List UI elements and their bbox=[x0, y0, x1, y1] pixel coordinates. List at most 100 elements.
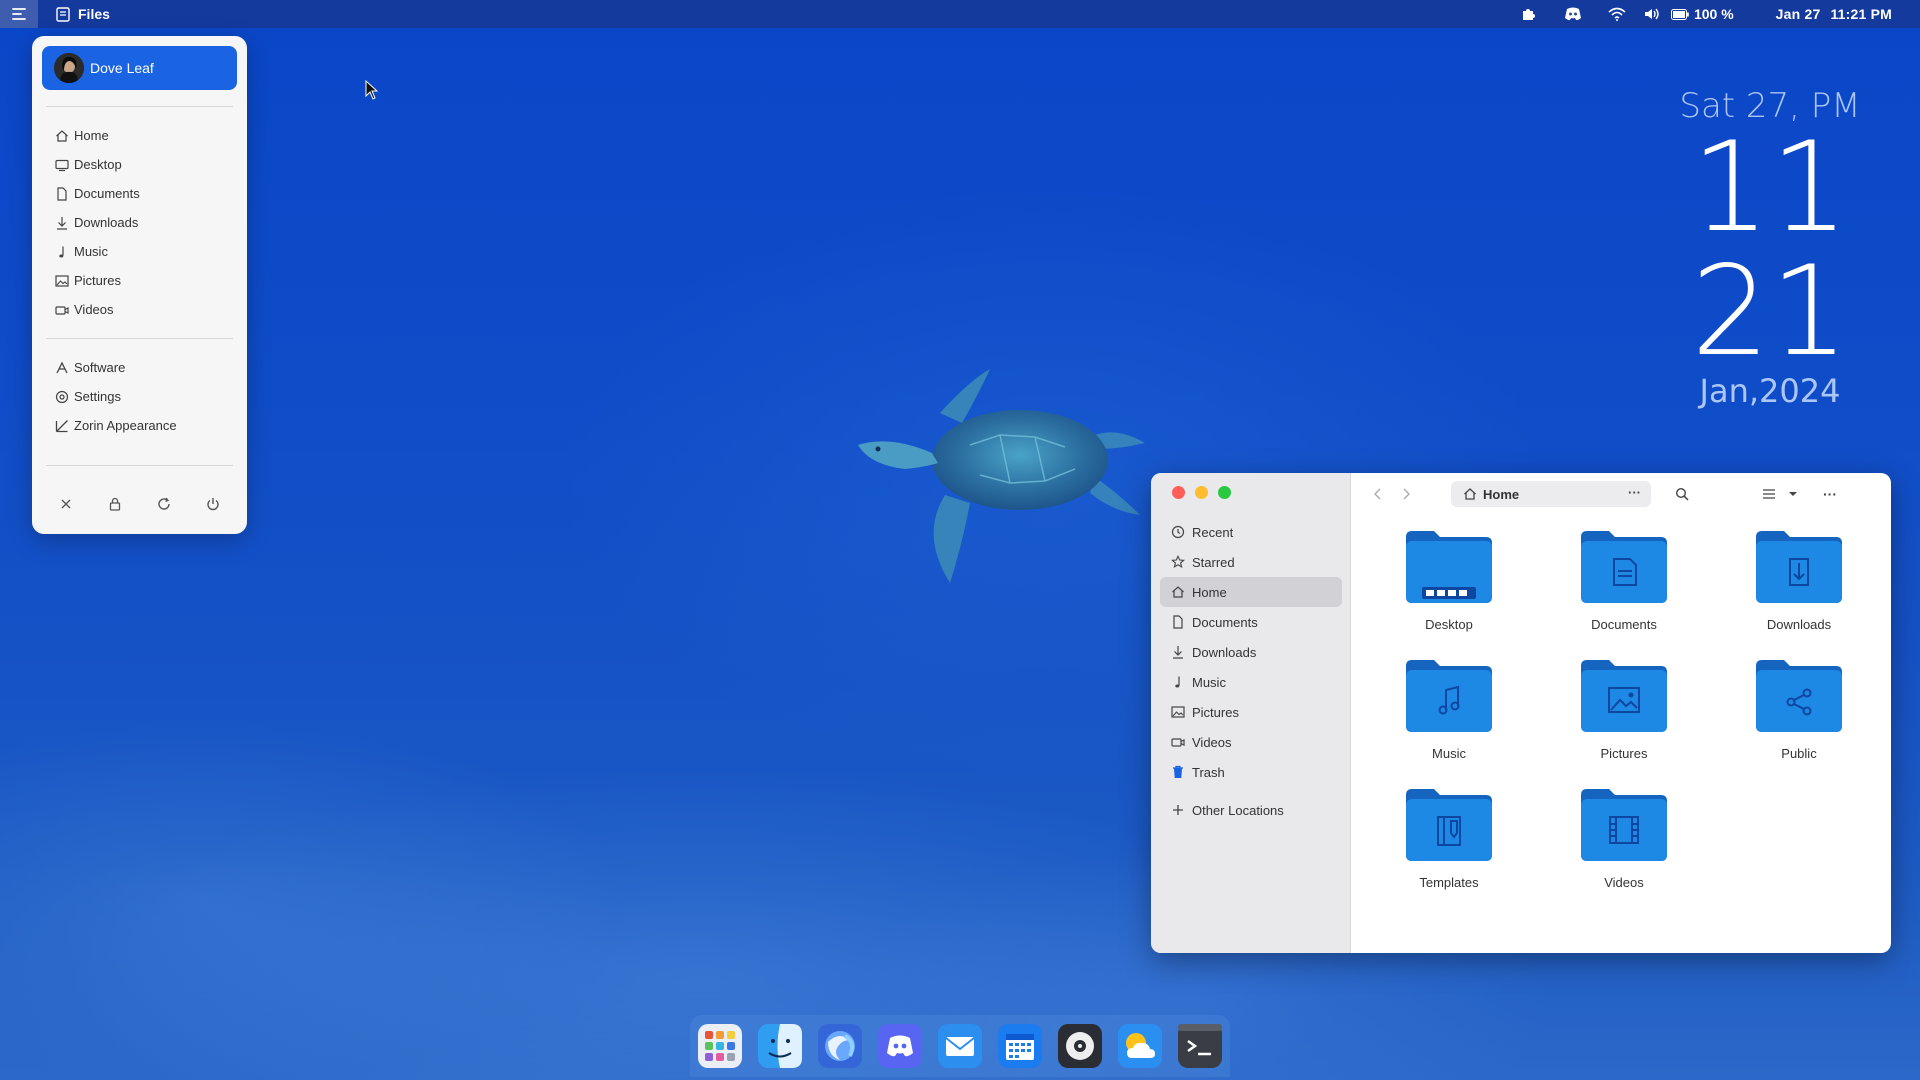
start-menu-item-music[interactable]: Music bbox=[42, 237, 237, 266]
weather-icon[interactable] bbox=[1114, 1020, 1166, 1072]
turtle-image bbox=[858, 369, 1145, 583]
file-label: Documents bbox=[1591, 617, 1657, 632]
file-manager-window: Recent Starred Home Documents Downloads … bbox=[1151, 473, 1891, 953]
start-menu-item-downloads[interactable]: Downloads bbox=[42, 208, 237, 237]
chevron-down-icon[interactable] bbox=[1780, 481, 1806, 507]
file-label: Desktop bbox=[1425, 617, 1473, 632]
active-app-name: Files bbox=[78, 6, 110, 22]
file-label: Pictures bbox=[1600, 746, 1648, 761]
folder-desktop[interactable]: Desktop bbox=[1379, 529, 1519, 632]
start-menu-item-documents[interactable]: Documents bbox=[42, 179, 237, 208]
clock-widget-hour: 11 bbox=[1691, 116, 1849, 260]
sidebar-item-starred[interactable]: Starred bbox=[1160, 547, 1342, 577]
sidebar-item-label: Recent bbox=[1192, 524, 1234, 540]
music-icon bbox=[54, 244, 70, 260]
minimize-window-button[interactable] bbox=[1195, 486, 1208, 499]
documents-folder-icon bbox=[1579, 529, 1669, 605]
file-label: Public bbox=[1781, 746, 1817, 761]
terminal-icon[interactable] bbox=[1174, 1020, 1226, 1072]
downloads-folder-icon bbox=[1754, 529, 1844, 605]
path-bar[interactable]: Home ··· bbox=[1451, 481, 1651, 507]
folder-documents[interactable]: Documents bbox=[1554, 529, 1694, 632]
battery-percent: 100 % bbox=[1693, 6, 1734, 22]
file-label: Music bbox=[1432, 746, 1466, 761]
start-menu-item-settings[interactable]: Settings bbox=[42, 382, 237, 411]
wifi-icon[interactable] bbox=[1595, 7, 1639, 21]
battery-indicator[interactable]: 100 % bbox=[1670, 6, 1734, 22]
folder-templates[interactable]: Templates bbox=[1379, 787, 1519, 890]
templates-folder-icon bbox=[1404, 787, 1494, 863]
close-icon[interactable] bbox=[51, 489, 81, 519]
close-window-button[interactable] bbox=[1172, 486, 1185, 499]
maximize-window-button[interactable] bbox=[1218, 486, 1231, 499]
start-menu-item-label: Home bbox=[74, 128, 109, 143]
videos-folder-icon bbox=[1579, 787, 1669, 863]
dock bbox=[690, 1015, 1230, 1077]
sidebar-item-trash[interactable]: Trash bbox=[1160, 757, 1342, 787]
folder-pictures[interactable]: Pictures bbox=[1554, 658, 1694, 761]
finder-icon[interactable] bbox=[754, 1020, 806, 1072]
sidebar-item-label: Home bbox=[1192, 584, 1227, 600]
forward-button[interactable] bbox=[1393, 481, 1419, 507]
more-options-icon[interactable]: ··· bbox=[1817, 481, 1843, 507]
lock-icon[interactable] bbox=[100, 489, 130, 519]
download-icon bbox=[54, 215, 70, 231]
puzzle-icon[interactable] bbox=[1507, 6, 1551, 22]
discord-icon[interactable] bbox=[874, 1020, 926, 1072]
home-icon bbox=[1463, 487, 1477, 501]
search-icon[interactable] bbox=[1669, 481, 1695, 507]
user-card[interactable]: Dove Leaf bbox=[42, 46, 237, 90]
folder-music[interactable]: Music bbox=[1379, 658, 1519, 761]
start-menu-item-label: Settings bbox=[74, 389, 121, 404]
desktop-folder-icon bbox=[1404, 529, 1494, 605]
browser-icon[interactable] bbox=[814, 1020, 866, 1072]
sidebar-item-videos[interactable]: Videos bbox=[1160, 727, 1342, 757]
home-icon bbox=[1170, 584, 1186, 600]
start-menu-item-pictures[interactable]: Pictures bbox=[42, 266, 237, 295]
sidebar-item-label: Other Locations bbox=[1192, 802, 1284, 818]
menu-icon[interactable] bbox=[0, 0, 38, 28]
sidebar-item-label: Videos bbox=[1192, 734, 1232, 750]
volume-icon[interactable] bbox=[1639, 7, 1665, 21]
power-icon[interactable] bbox=[198, 489, 228, 519]
start-menu-item-videos[interactable]: Videos bbox=[42, 295, 237, 324]
desktop-icon bbox=[54, 157, 70, 173]
start-menu-item-software[interactable]: Software bbox=[42, 353, 237, 382]
folder-public[interactable]: Public bbox=[1729, 658, 1869, 761]
folder-downloads[interactable]: Downloads bbox=[1729, 529, 1869, 632]
restart-icon[interactable] bbox=[149, 489, 179, 519]
mail-icon[interactable] bbox=[934, 1020, 986, 1072]
divider bbox=[46, 338, 233, 339]
list-view-icon[interactable] bbox=[1756, 481, 1782, 507]
start-menu-item-label: Pictures bbox=[74, 273, 121, 288]
divider bbox=[46, 465, 233, 466]
music-player-icon[interactable] bbox=[1054, 1020, 1106, 1072]
sidebar-item-recent[interactable]: Recent bbox=[1160, 517, 1342, 547]
discord-tray-icon[interactable] bbox=[1551, 7, 1595, 21]
public-folder-icon bbox=[1754, 658, 1844, 734]
start-menu-places: Home Desktop Documents Downloads Music P… bbox=[42, 121, 237, 324]
avatar bbox=[54, 53, 84, 83]
sidebar-item-pictures[interactable]: Pictures bbox=[1160, 697, 1342, 727]
sidebar-item-label: Trash bbox=[1192, 764, 1225, 780]
start-menu-item-home[interactable]: Home bbox=[42, 121, 237, 150]
calendar-icon[interactable] bbox=[994, 1020, 1046, 1072]
start-menu-item-zorin-appearance[interactable]: Zorin Appearance bbox=[42, 411, 237, 440]
active-app[interactable]: Files bbox=[56, 6, 110, 22]
sidebar-item-label: Starred bbox=[1192, 554, 1235, 570]
sidebar-item-home[interactable]: Home bbox=[1160, 577, 1342, 607]
start-menu-item-desktop[interactable]: Desktop bbox=[42, 150, 237, 179]
start-menu-item-label: Zorin Appearance bbox=[74, 418, 177, 433]
download-icon bbox=[1170, 644, 1186, 660]
folder-videos[interactable]: Videos bbox=[1554, 787, 1694, 890]
sidebar-item-music[interactable]: Music bbox=[1160, 667, 1342, 697]
sidebar-item-downloads[interactable]: Downloads bbox=[1160, 637, 1342, 667]
path-menu-icon[interactable]: ··· bbox=[1628, 485, 1641, 500]
topbar-clock[interactable]: Jan 27 11:21 PM bbox=[1776, 6, 1892, 22]
file-label: Templates bbox=[1419, 875, 1479, 890]
start-menu: Dove Leaf Home Desktop Documents Downloa… bbox=[32, 36, 247, 534]
sidebar-item-other-locations[interactable]: Other Locations bbox=[1160, 795, 1342, 825]
app-grid-icon[interactable] bbox=[694, 1020, 746, 1072]
sidebar-item-documents[interactable]: Documents bbox=[1160, 607, 1342, 637]
back-button[interactable] bbox=[1365, 481, 1391, 507]
